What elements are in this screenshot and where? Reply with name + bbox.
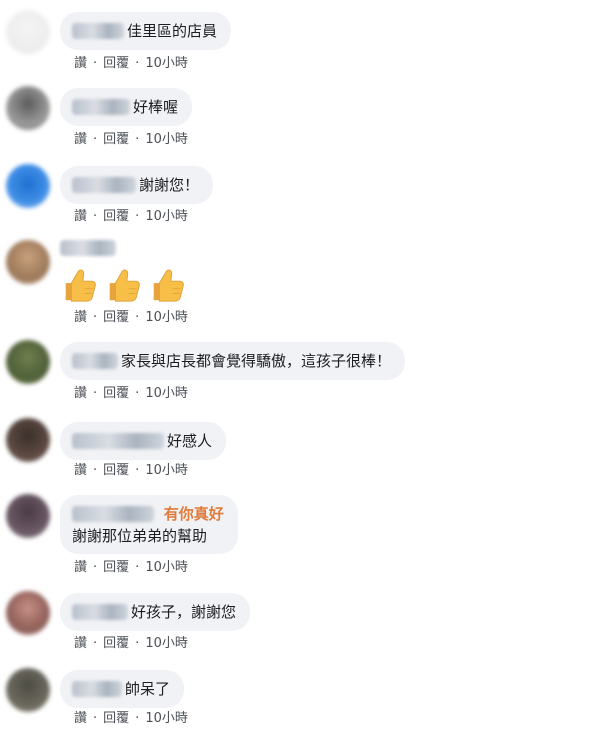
comment-text: 謝謝您！: [139, 176, 200, 194]
separator-dot: ·: [135, 386, 140, 401]
commenter-name-blurred[interactable]: [72, 681, 122, 697]
comment-actions: 讚 · 回覆 · 10小時: [74, 131, 188, 149]
separator-dot: ·: [93, 636, 98, 651]
timestamp[interactable]: 10小時: [145, 711, 188, 726]
comment-actions: 讚 · 回覆 · 10小時: [74, 208, 188, 226]
separator-dot: ·: [135, 310, 140, 325]
avatar[interactable]: [6, 494, 50, 538]
comment-text: 佳里區的店員: [127, 22, 218, 40]
separator-dot: ·: [135, 463, 140, 478]
separator-dot: ·: [93, 560, 98, 575]
separator-dot: ·: [93, 310, 98, 325]
reply-link[interactable]: 回覆: [103, 56, 129, 71]
avatar[interactable]: [6, 10, 50, 54]
separator-dot: ·: [135, 132, 140, 147]
commenter-name-blurred[interactable]: [72, 177, 136, 193]
like-link[interactable]: 讚: [74, 310, 87, 325]
avatar[interactable]: [6, 164, 50, 208]
comment-bubble: 謝謝您！: [60, 166, 214, 204]
like-link[interactable]: 讚: [74, 132, 87, 147]
commenter-name-blurred[interactable]: [72, 23, 124, 39]
separator-dot: ·: [135, 711, 140, 726]
comment-bubble: 好棒喔: [60, 88, 193, 126]
comment-actions: 讚 · 回覆 · 10小時: [74, 462, 188, 480]
comment-text: 好感人: [167, 432, 213, 450]
separator-dot: ·: [93, 209, 98, 224]
commenter-name-blurred[interactable]: [72, 99, 130, 115]
comment-actions: 讚 · 回覆 · 10小時: [74, 710, 188, 728]
comment-bubble: 有你真好 謝謝那位弟弟的幫助: [60, 495, 238, 554]
separator-dot: ·: [93, 463, 98, 478]
timestamp[interactable]: 10小時: [145, 310, 188, 325]
timestamp[interactable]: 10小時: [145, 132, 188, 147]
reply-link[interactable]: 回覆: [103, 386, 129, 401]
like-link[interactable]: 讚: [74, 386, 87, 401]
like-link[interactable]: 讚: [74, 209, 87, 224]
emoji-row: [60, 266, 186, 304]
commenter-name-blurred[interactable]: [60, 240, 116, 256]
avatar[interactable]: [6, 418, 50, 462]
comment-bubble: 好孩子，謝謝您: [60, 593, 251, 631]
reply-link[interactable]: 回覆: [103, 132, 129, 147]
like-link[interactable]: 讚: [74, 463, 87, 478]
comment-actions: 讚 · 回覆 · 10小時: [74, 635, 188, 653]
separator-dot: ·: [135, 560, 140, 575]
timestamp[interactable]: 10小時: [145, 386, 188, 401]
timestamp[interactable]: 10小時: [145, 636, 188, 651]
separator-dot: ·: [93, 711, 98, 726]
comment-text: 好棒喔: [133, 98, 179, 116]
commenter-name-blurred[interactable]: [72, 433, 164, 449]
thumbs-up-icon: [109, 269, 140, 302]
comment-text: 帥呆了: [125, 680, 171, 698]
timestamp[interactable]: 10小時: [145, 463, 188, 478]
separator-dot: ·: [93, 132, 98, 147]
comment-feed: 佳里區的店員 讚 · 回覆 · 10小時 好棒喔 讚 · 回覆 · 10小時 謝謝您！ 讚 · 回覆…: [0, 0, 615, 732]
comment-text: 家長與店長都會覺得驕傲，這孩子很棒！: [121, 352, 392, 370]
thumbs-up-icon: [65, 269, 96, 302]
commenter-name-blurred[interactable]: [72, 604, 128, 620]
commenter-name-blurred[interactable]: [72, 353, 118, 369]
thumbs-up-icon: [153, 269, 184, 302]
comment-bubble: 好感人: [60, 422, 227, 460]
separator-dot: ·: [93, 386, 98, 401]
separator-dot: ·: [93, 56, 98, 71]
avatar[interactable]: [6, 668, 50, 712]
timestamp[interactable]: 10小時: [145, 560, 188, 575]
reply-link[interactable]: 回覆: [103, 463, 129, 478]
timestamp[interactable]: 10小時: [145, 209, 188, 224]
comment-bubble: 帥呆了: [60, 670, 185, 708]
like-link[interactable]: 讚: [74, 56, 87, 71]
comment-actions: 讚 · 回覆 · 10小時: [74, 385, 188, 403]
comment-bubble: 家長與店長都會覺得驕傲，這孩子很棒！: [60, 342, 406, 380]
comment-actions: 讚 · 回覆 · 10小時: [74, 559, 188, 577]
reply-link[interactable]: 回覆: [103, 209, 129, 224]
reply-link[interactable]: 回覆: [103, 636, 129, 651]
comment-text: 好孩子，謝謝您: [131, 603, 237, 621]
avatar[interactable]: [6, 340, 50, 384]
separator-dot: ·: [135, 56, 140, 71]
reply-link[interactable]: 回覆: [103, 560, 129, 575]
avatar[interactable]: [6, 240, 50, 284]
like-link[interactable]: 讚: [74, 560, 87, 575]
commenter-name-blurred[interactable]: [72, 505, 154, 522]
separator-dot: ·: [135, 209, 140, 224]
comment-actions: 讚 · 回覆 · 10小時: [74, 55, 188, 73]
avatar[interactable]: [6, 591, 50, 635]
separator-dot: ·: [135, 636, 140, 651]
like-link[interactable]: 讚: [74, 711, 87, 726]
comment-actions: 讚 · 回覆 · 10小時: [74, 309, 188, 327]
comment-text: 謝謝那位弟弟的幫助: [72, 526, 208, 545]
reply-link[interactable]: 回覆: [103, 310, 129, 325]
reply-link[interactable]: 回覆: [103, 711, 129, 726]
like-link[interactable]: 讚: [74, 636, 87, 651]
highlighted-badge: 有你真好: [163, 504, 224, 523]
comment-bubble: 佳里區的店員: [60, 12, 232, 50]
avatar[interactable]: [6, 86, 50, 130]
timestamp[interactable]: 10小時: [145, 56, 188, 71]
